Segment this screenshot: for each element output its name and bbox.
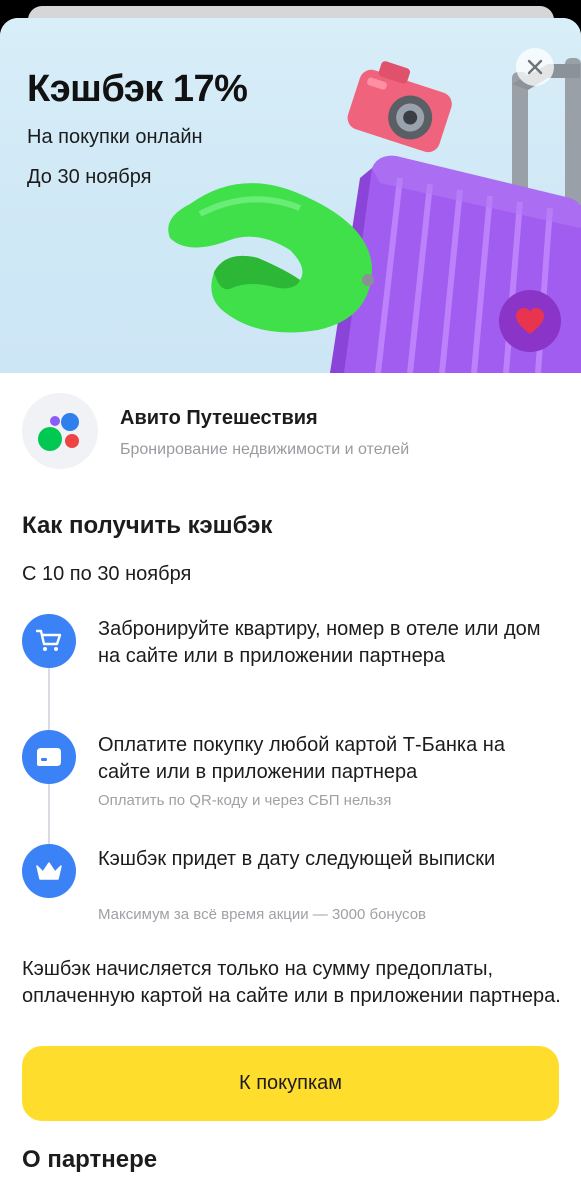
about-partner-title: О партнере — [22, 1146, 158, 1173]
cashback-deadline: До 30 ноября — [27, 166, 152, 188]
close-button[interactable] — [516, 48, 554, 86]
step-3-text: Кэшбэк придет в дату следующей выписки — [98, 848, 496, 870]
step-2-text: Оплатите покупку любой картой Т-Банка на… — [98, 734, 505, 783]
step-1-text: Забронируйте квартиру, номер в отеле или… — [98, 618, 541, 667]
how-to-title: Как получить кэшбэк — [22, 512, 273, 539]
promo-period: С 10 по 30 ноября — [22, 563, 192, 585]
cashback-disclaimer: Кэшбэк начисляется только на сумму предо… — [22, 958, 561, 1007]
step-1-icon — [22, 614, 76, 668]
crown-icon — [36, 862, 62, 880]
close-icon — [527, 59, 543, 75]
step-3-note: Максимум за всё время акции — 3000 бонус… — [98, 906, 427, 923]
promo-sheet: Кэшбэк 17% На покупки онлайн До 30 ноябр… — [0, 18, 581, 1200]
step-2-note: Оплатить по QR-коду и через СБП нельзя — [98, 792, 392, 809]
favorite-button[interactable] — [499, 290, 561, 352]
partner-name: Авито Путешествия — [120, 407, 318, 429]
promo-banner: Кэшбэк 17% На покупки онлайн До 30 ноябр… — [0, 18, 581, 373]
step-connector — [48, 668, 50, 732]
cashback-subtitle: На покупки онлайн — [27, 126, 203, 148]
to-purchases-button[interactable]: К покупкам — [22, 1046, 559, 1121]
cart-icon — [36, 629, 62, 651]
partner-description: Бронирование недвижимости и отелей — [120, 441, 410, 458]
partner-card[interactable]: Авито Путешествия Бронирование недвижимо… — [0, 393, 581, 473]
cashback-title: Кэшбэк 17% — [27, 68, 248, 110]
partner-logo — [22, 393, 98, 469]
card-icon — [37, 748, 61, 766]
step-3-icon — [22, 844, 76, 898]
step-2-icon — [22, 730, 76, 784]
heart-icon — [516, 308, 544, 334]
avito-logo-icon — [38, 413, 79, 451]
to-purchases-label: К покупкам — [238, 1072, 343, 1094]
